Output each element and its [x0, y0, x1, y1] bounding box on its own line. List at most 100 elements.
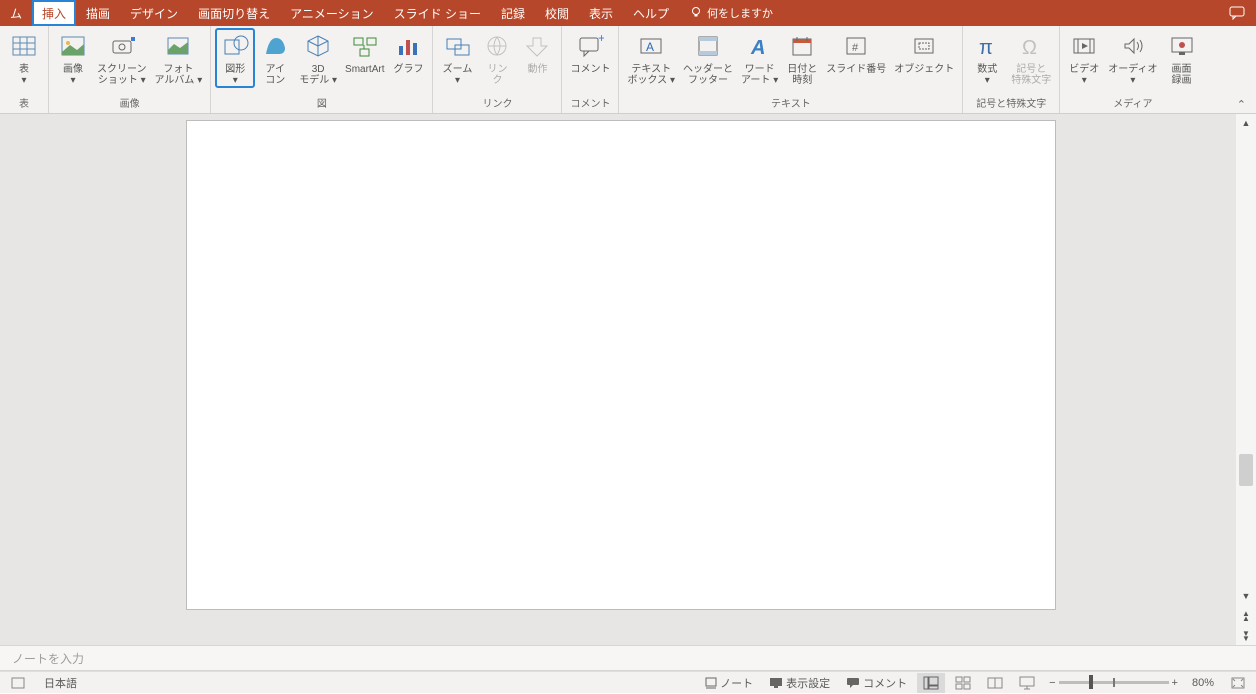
- dropdown-caret-icon: ▾: [332, 75, 337, 86]
- video-icon: [1070, 32, 1098, 60]
- tab-home-fragment[interactable]: ム: [0, 0, 32, 26]
- scroll-down-button[interactable]: ▼: [1236, 587, 1256, 605]
- comments-toggle[interactable]: コメント: [840, 672, 913, 694]
- zoom-level[interactable]: 80%: [1186, 672, 1220, 694]
- table-icon: [10, 32, 38, 60]
- triangle-down-icon: ▼: [1242, 591, 1251, 601]
- btn-header-footer[interactable]: ヘッダーと フッター: [679, 28, 737, 86]
- dropdown-caret-icon: ▾: [455, 75, 460, 86]
- dropdown-caret-icon: ▾: [70, 75, 75, 86]
- status-bar: 日本語 ノート 表示設定 コメント −: [0, 671, 1256, 693]
- btn-new-comment[interactable]: + コメント: [566, 28, 614, 75]
- double-triangle-up-icon: ▲▲: [1242, 611, 1250, 621]
- fit-to-window-button[interactable]: [1224, 673, 1252, 693]
- smartart-icon: [351, 32, 379, 60]
- group-label-images: 画像: [120, 98, 140, 113]
- zoom-slide-icon: [443, 32, 471, 60]
- btn-photo-album[interactable]: フォト アルバム ▾: [151, 28, 207, 86]
- lightbulb-icon: [689, 6, 703, 20]
- slide-canvas[interactable]: [186, 120, 1056, 610]
- symbol-icon: Ω: [1017, 32, 1045, 60]
- btn-chart[interactable]: グラフ: [388, 28, 428, 75]
- normal-view-icon: [923, 676, 939, 690]
- group-label-symbols: 記号と特殊文字: [976, 98, 1046, 113]
- zoom-slider[interactable]: − +: [1045, 677, 1182, 689]
- group-links: ズーム▾ リン ク 動作 リンク: [433, 26, 562, 113]
- btn-object[interactable]: オブジェクト: [890, 28, 958, 75]
- svg-text:A: A: [646, 40, 654, 54]
- btn-zoom[interactable]: ズーム▾: [437, 28, 477, 86]
- btn-icons[interactable]: アイ コン: [255, 28, 295, 86]
- triangle-up-icon: ▲: [1242, 118, 1251, 128]
- btn-table[interactable]: 表▾: [4, 28, 44, 86]
- btn-shapes[interactable]: 図形▾: [215, 28, 255, 88]
- prev-slide-button[interactable]: ▲▲: [1236, 607, 1256, 625]
- dropdown-caret-icon: ▾: [985, 75, 990, 86]
- cube-icon: [304, 32, 332, 60]
- textbox-icon: A: [637, 32, 665, 60]
- tab-review[interactable]: 校閲: [535, 0, 579, 26]
- tab-animations[interactable]: アニメーション: [280, 0, 384, 26]
- btn-audio[interactable]: オーディオ▾: [1104, 28, 1161, 86]
- comment-icon: [1229, 6, 1245, 20]
- tell-me-search[interactable]: 何をしますか: [689, 0, 773, 26]
- btn-symbol: Ω 記号と 特殊文字: [1007, 28, 1055, 86]
- tab-insert[interactable]: 挿入: [32, 0, 76, 26]
- btn-text-box[interactable]: A テキスト ボックス ▾: [623, 28, 679, 86]
- scroll-up-button[interactable]: ▲: [1236, 114, 1256, 132]
- tell-me-label: 何をしますか: [707, 5, 773, 21]
- language-indicator[interactable]: 日本語: [38, 672, 83, 694]
- ribbon-insert: 表▾ 表 画像▾ スクリーン ショット ▾ フォト アルバム ▾ 画像: [0, 26, 1256, 114]
- group-label-media: メディア: [1113, 98, 1152, 113]
- btn-screenshot[interactable]: スクリーン ショット ▾: [93, 28, 151, 86]
- zoom-slider-track[interactable]: [1059, 681, 1169, 684]
- photo-album-icon: [164, 32, 192, 60]
- svg-text:Ω: Ω: [1022, 37, 1037, 59]
- btn-slide-number[interactable]: # スライド番号: [822, 28, 890, 75]
- chevron-up-icon: ⌃: [1237, 99, 1246, 111]
- btn-date-time[interactable]: 日付と 時刻: [782, 28, 822, 86]
- group-label-tables: 表: [19, 98, 29, 113]
- normal-view-button[interactable]: [917, 673, 945, 693]
- zoom-in-button[interactable]: +: [1172, 677, 1178, 689]
- notes-toggle[interactable]: ノート: [699, 672, 759, 694]
- ribbon-display-options[interactable]: [1226, 4, 1248, 22]
- picture-icon: [59, 32, 87, 60]
- btn-3d-models[interactable]: 3D モデル ▾: [295, 28, 341, 86]
- btn-smartart[interactable]: SmartArt: [341, 28, 388, 75]
- btn-video[interactable]: ビデオ▾: [1064, 28, 1104, 86]
- reading-view-icon: [987, 676, 1003, 690]
- next-slide-button[interactable]: ▼▼: [1236, 627, 1256, 645]
- tab-slideshow[interactable]: スライド ショー: [384, 0, 491, 26]
- btn-wordart[interactable]: A ワード アート ▾: [737, 28, 782, 86]
- tab-design[interactable]: デザイン: [120, 0, 188, 26]
- group-tables: 表▾ 表: [0, 26, 49, 113]
- scrollbar-thumb[interactable]: [1239, 454, 1253, 486]
- svg-text:π: π: [979, 37, 993, 59]
- dropdown-caret-icon: ▾: [233, 75, 238, 86]
- tab-view[interactable]: 表示: [579, 0, 623, 26]
- btn-pictures[interactable]: 画像▾: [53, 28, 93, 86]
- reading-view-button[interactable]: [981, 673, 1009, 693]
- tab-record[interactable]: 記録: [491, 0, 535, 26]
- svg-text:+: +: [598, 32, 604, 45]
- display-settings[interactable]: 表示設定: [763, 672, 836, 694]
- tab-draw[interactable]: 描画: [76, 0, 120, 26]
- collapse-ribbon-button[interactable]: ⌃: [1233, 94, 1250, 115]
- slideshow-view-button[interactable]: [1013, 673, 1041, 693]
- notes-pane[interactable]: ノートを入力: [0, 645, 1256, 671]
- action-icon: [523, 32, 551, 60]
- zoom-slider-thumb[interactable]: [1089, 675, 1093, 689]
- slide-sorter-view-button[interactable]: [949, 673, 977, 693]
- tab-help[interactable]: ヘルプ: [623, 0, 679, 26]
- btn-screen-recording[interactable]: 画面 録画: [1162, 28, 1202, 86]
- menu-tab-bar: ム 挿入 描画 デザイン 画面切り替え アニメーション スライド ショー 記録 …: [0, 0, 1256, 26]
- zoom-out-button[interactable]: −: [1049, 677, 1055, 689]
- accessibility-checker-icon[interactable]: [8, 676, 28, 690]
- group-label-links: リンク: [482, 98, 512, 113]
- shapes-icon: [221, 32, 249, 60]
- btn-equation[interactable]: π 数式▾: [967, 28, 1007, 86]
- vertical-scrollbar[interactable]: ▲ ▼ ▲▲ ▼▼: [1236, 114, 1256, 645]
- tab-transitions[interactable]: 画面切り替え: [188, 0, 280, 26]
- equation-icon: π: [973, 32, 1001, 60]
